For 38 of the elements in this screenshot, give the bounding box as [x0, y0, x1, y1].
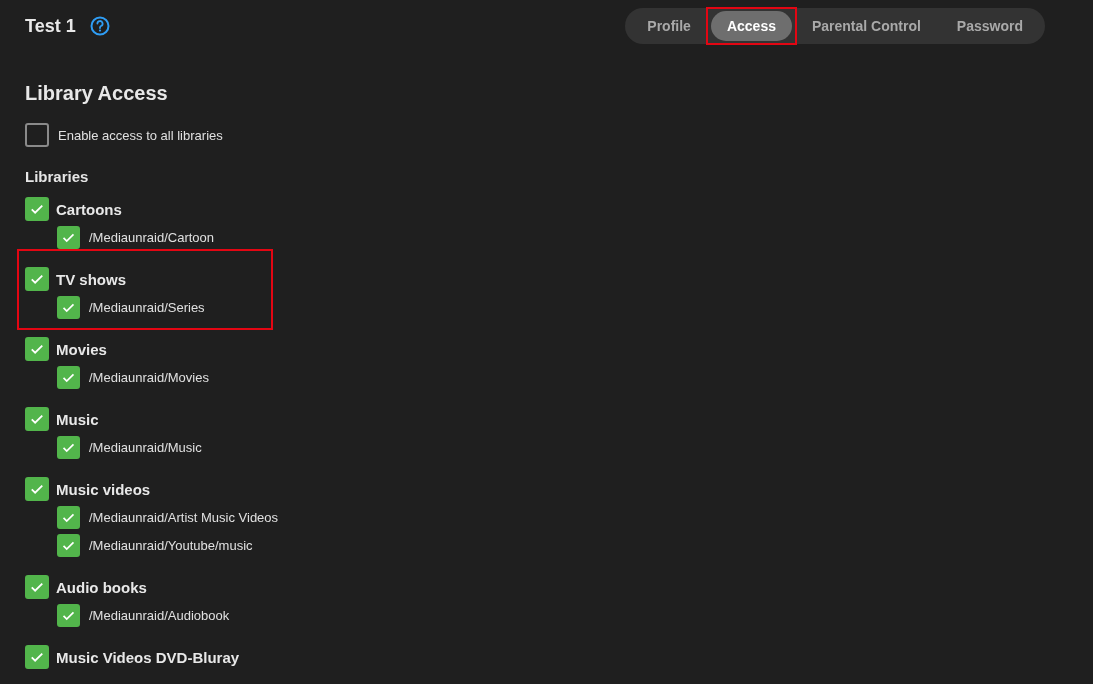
checkbox[interactable] — [57, 366, 80, 389]
checkbox[interactable] — [25, 197, 49, 221]
checkbox[interactable] — [25, 575, 49, 599]
folder-path: /Mediaunraid/Movies — [89, 370, 209, 385]
help-icon[interactable] — [89, 16, 110, 36]
checkbox[interactable] — [57, 506, 80, 529]
checkbox[interactable] — [25, 477, 49, 501]
library-name: Music Videos DVD-Bluray — [56, 648, 240, 666]
checkbox[interactable] — [25, 337, 49, 361]
folder-path: /Mediaunraid/Music — [89, 440, 202, 455]
tab[interactable]: Parental Control — [795, 11, 937, 41]
folder-path: /Mediaunraid/Youtube/music — [89, 538, 253, 553]
checkbox[interactable] — [25, 267, 49, 291]
folder-path: /Mediaunraid/Artist Music Videos — [89, 510, 279, 525]
section-heading: Library Access — [25, 82, 169, 105]
library-name: Movies — [56, 340, 107, 358]
checkbox[interactable] — [57, 534, 80, 557]
folder-path: /Mediaunraid/Series — [89, 300, 205, 315]
checkbox[interactable] — [57, 296, 80, 319]
library-name: TV shows — [56, 270, 126, 288]
tab[interactable]: Access — [710, 11, 792, 41]
folder-path: /Mediaunraid/Cartoon — [89, 230, 215, 245]
checkbox[interactable] — [25, 123, 49, 147]
folder-path: /Mediaunraid/Audiobook — [89, 608, 230, 623]
page-title: Test 1 — [25, 15, 76, 37]
checkbox[interactable] — [57, 226, 80, 249]
checkbox[interactable] — [57, 604, 80, 627]
checkbox[interactable] — [25, 407, 49, 431]
library-name: Music — [56, 410, 99, 428]
tab[interactable]: Password — [940, 11, 1039, 41]
subsection-heading: Libraries — [25, 168, 90, 185]
checkbox-label: Enable access to all libraries — [58, 127, 223, 143]
checkbox[interactable] — [25, 645, 49, 669]
library-name: Cartoons — [56, 200, 122, 218]
library-name: Music videos — [56, 480, 151, 498]
tab[interactable]: Profile — [631, 11, 707, 41]
checkbox[interactable] — [57, 436, 80, 459]
library-name: Audio books — [56, 578, 147, 596]
